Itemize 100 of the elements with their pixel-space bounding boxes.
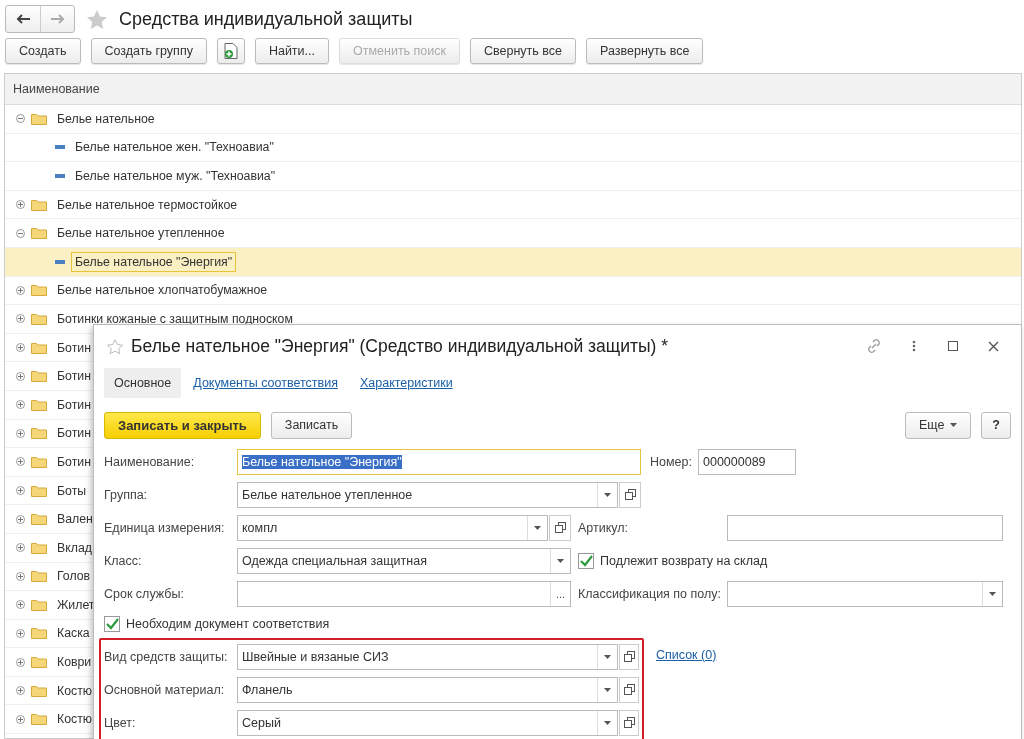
combo-field[interactable]: Серый bbox=[237, 709, 618, 736]
folder-icon bbox=[31, 398, 47, 411]
tree-item[interactable]: Белье нательное жен. "Техноавиа" bbox=[71, 137, 278, 158]
combo-field[interactable]: Фланель bbox=[237, 676, 618, 703]
tree-item[interactable]: Ботин bbox=[53, 337, 95, 358]
expand-icon[interactable] bbox=[16, 543, 25, 553]
caret-icon bbox=[604, 687, 611, 692]
tree-item[interactable]: Вален bbox=[53, 509, 97, 530]
checkbox[interactable] bbox=[104, 616, 120, 632]
open-button[interactable] bbox=[549, 514, 571, 541]
toolbar-button[interactable]: Создать bbox=[5, 38, 81, 64]
tab[interactable]: Характеристики bbox=[349, 368, 463, 398]
tree-item[interactable]: Ботин bbox=[53, 451, 95, 472]
tree-item[interactable]: Белье нательное хлопчатобумажное bbox=[53, 280, 272, 301]
folder-icon bbox=[31, 370, 47, 383]
toolbar-button[interactable]: Свернуть все bbox=[470, 38, 576, 64]
expand-icon[interactable] bbox=[16, 514, 25, 524]
expand-icon[interactable] bbox=[16, 629, 25, 638]
close-icon[interactable] bbox=[988, 340, 999, 352]
list-link[interactable]: Список (0) bbox=[656, 647, 717, 662]
save-close-button[interactable]: Записать и закрыть bbox=[104, 411, 261, 439]
expand-icon[interactable] bbox=[16, 400, 25, 410]
caret-icon bbox=[604, 720, 611, 725]
name-field[interactable]: Белье нательное "Энергия" bbox=[237, 448, 641, 475]
tree-item[interactable]: Белье нательное муж. "Техноавиа" bbox=[71, 166, 279, 186]
combo-field[interactable] bbox=[727, 580, 1003, 607]
windows-icon bbox=[624, 489, 636, 500]
help-button[interactable]: ? bbox=[981, 411, 1011, 439]
tab[interactable]: Документы соответствия bbox=[183, 368, 348, 398]
tree-item[interactable]: Белье нательное утепленное bbox=[53, 223, 229, 244]
expand-icon[interactable] bbox=[16, 657, 25, 667]
more-button[interactable]: Еще bbox=[904, 411, 972, 439]
folder-icon bbox=[31, 484, 47, 497]
tree-item[interactable]: Голов bbox=[53, 566, 95, 587]
tree-item[interactable]: Белье нательное термостойкое bbox=[53, 194, 242, 215]
tree-item[interactable]: Боты bbox=[53, 480, 91, 501]
expand-icon[interactable] bbox=[16, 457, 25, 467]
toolbar-button[interactable]: Развернуть все bbox=[586, 38, 704, 64]
expand-icon[interactable] bbox=[16, 314, 25, 324]
windows-icon bbox=[623, 651, 635, 662]
link-icon[interactable] bbox=[866, 338, 882, 354]
expand-icon[interactable] bbox=[16, 714, 25, 724]
tree-item[interactable]: Вклад bbox=[53, 537, 96, 558]
expand-icon[interactable] bbox=[16, 428, 25, 438]
toolbar-button[interactable]: Создать группу bbox=[90, 38, 207, 64]
item-icon bbox=[55, 174, 65, 178]
more-icon[interactable] bbox=[912, 340, 916, 352]
save-button[interactable]: Записать bbox=[270, 411, 353, 439]
field-label: Срок службы: bbox=[104, 586, 185, 601]
folder-icon bbox=[31, 656, 47, 669]
tree-item[interactable]: Ботин bbox=[53, 394, 95, 415]
tree-item[interactable]: Коври bbox=[53, 652, 96, 673]
expand-icon[interactable] bbox=[16, 371, 25, 381]
star-icon[interactable] bbox=[107, 338, 123, 354]
item-icon bbox=[55, 259, 65, 264]
tree-item[interactable]: Ботин bbox=[53, 423, 95, 444]
maximize-icon[interactable] bbox=[948, 341, 958, 351]
combo-field[interactable]: компл bbox=[237, 514, 548, 541]
open-button[interactable] bbox=[619, 709, 639, 736]
star-icon[interactable] bbox=[87, 9, 107, 29]
expand-icon[interactable] bbox=[16, 285, 25, 295]
collapse-icon[interactable] bbox=[16, 228, 25, 238]
article-field[interactable] bbox=[727, 514, 1003, 541]
checkbox[interactable] bbox=[578, 552, 594, 569]
collapse-icon[interactable] bbox=[16, 114, 25, 124]
field-label: Номер: bbox=[650, 454, 693, 469]
field-label: Класс: bbox=[104, 553, 143, 568]
tree-item[interactable]: Белье нательное bbox=[53, 108, 159, 129]
tree-item[interactable]: Каска bbox=[53, 623, 94, 644]
folder-icon bbox=[31, 684, 47, 697]
tab[interactable]: Основное bbox=[104, 368, 182, 398]
folder-icon bbox=[31, 455, 47, 468]
open-button[interactable] bbox=[619, 643, 639, 670]
tree-item[interactable]: Костю bbox=[53, 709, 96, 730]
expand-icon[interactable] bbox=[16, 686, 25, 696]
combo-field[interactable]: Одежда специальная защитная bbox=[237, 547, 571, 574]
combo-field[interactable]: Белье нательное утепленное bbox=[237, 481, 618, 508]
add-file-button[interactable] bbox=[216, 38, 245, 64]
toolbar-button[interactable]: Найти... bbox=[254, 38, 329, 64]
expand-icon[interactable] bbox=[16, 200, 25, 210]
field-label: Наименование: bbox=[104, 454, 196, 469]
windows-icon bbox=[623, 717, 635, 728]
combo-field[interactable]: Швейные и вязаные СИЗ bbox=[237, 643, 618, 670]
expand-icon[interactable] bbox=[16, 343, 25, 353]
open-button[interactable] bbox=[619, 481, 641, 508]
caret-icon bbox=[557, 558, 564, 563]
caret-icon bbox=[950, 423, 958, 427]
expand-icon[interactable] bbox=[16, 486, 25, 495]
tree-item[interactable]: Костю bbox=[53, 680, 96, 701]
number-field[interactable]: 000000089 bbox=[698, 448, 796, 475]
expand-icon[interactable] bbox=[16, 571, 25, 581]
tree-item[interactable]: Ботин bbox=[53, 366, 95, 387]
tree-item[interactable]: Белье нательное "Энергия" bbox=[71, 251, 237, 272]
combo-field[interactable]: ... bbox=[237, 580, 571, 607]
folder-icon bbox=[31, 112, 47, 125]
expand-icon[interactable] bbox=[16, 600, 25, 610]
open-button[interactable] bbox=[619, 676, 639, 703]
folder-icon bbox=[31, 198, 47, 211]
folder-icon bbox=[31, 227, 47, 240]
window-title: Средства индивидуальной защиты bbox=[119, 8, 413, 30]
